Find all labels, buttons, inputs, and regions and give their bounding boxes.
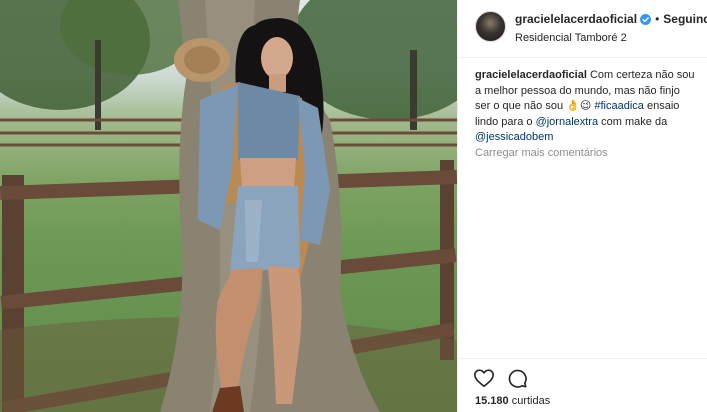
mention-link-jessicadobem[interactable]: @jessicadobem — [475, 131, 553, 143]
following-button[interactable]: Seguindo — [663, 12, 707, 26]
comment-icon[interactable] — [506, 367, 528, 389]
verified-badge-icon — [640, 13, 652, 25]
load-more-comments-button[interactable]: Carregar mais comentários — [475, 147, 608, 159]
caption-text-3: com make da — [601, 115, 668, 128]
mention-link-jornalextra[interactable]: @jornalextra — [536, 116, 599, 128]
location-link[interactable]: Residencial Tamboré 2 — [515, 32, 627, 44]
likes-label: curtidas — [511, 395, 551, 407]
caption-username[interactable]: gracielelacerdaoficial — [475, 69, 587, 81]
photo-scene — [0, 0, 457, 412]
heart-icon[interactable] — [473, 367, 495, 389]
post-side-panel: gracielelacerdaoficial • Seguindo Reside… — [457, 0, 707, 412]
post-photo[interactable] — [0, 0, 457, 412]
username-link[interactable]: gracielelacerdaoficial — [515, 12, 637, 26]
post-header: gracielelacerdaoficial • Seguindo Reside… — [458, 0, 707, 58]
avatar[interactable] — [475, 11, 506, 42]
post-actions: 15.180 curtidas — [458, 358, 707, 412]
separator-dot: • — [655, 12, 660, 26]
likes-number: 15.180 — [475, 395, 509, 407]
likes-count[interactable]: 15.180 curtidas — [475, 395, 550, 407]
post-caption: gracielelacerdaoficial Com certeza não s… — [475, 68, 697, 146]
hashtag-link[interactable]: #ficaadica — [594, 100, 644, 112]
user-row: gracielelacerdaoficial • Seguindo — [515, 12, 707, 26]
